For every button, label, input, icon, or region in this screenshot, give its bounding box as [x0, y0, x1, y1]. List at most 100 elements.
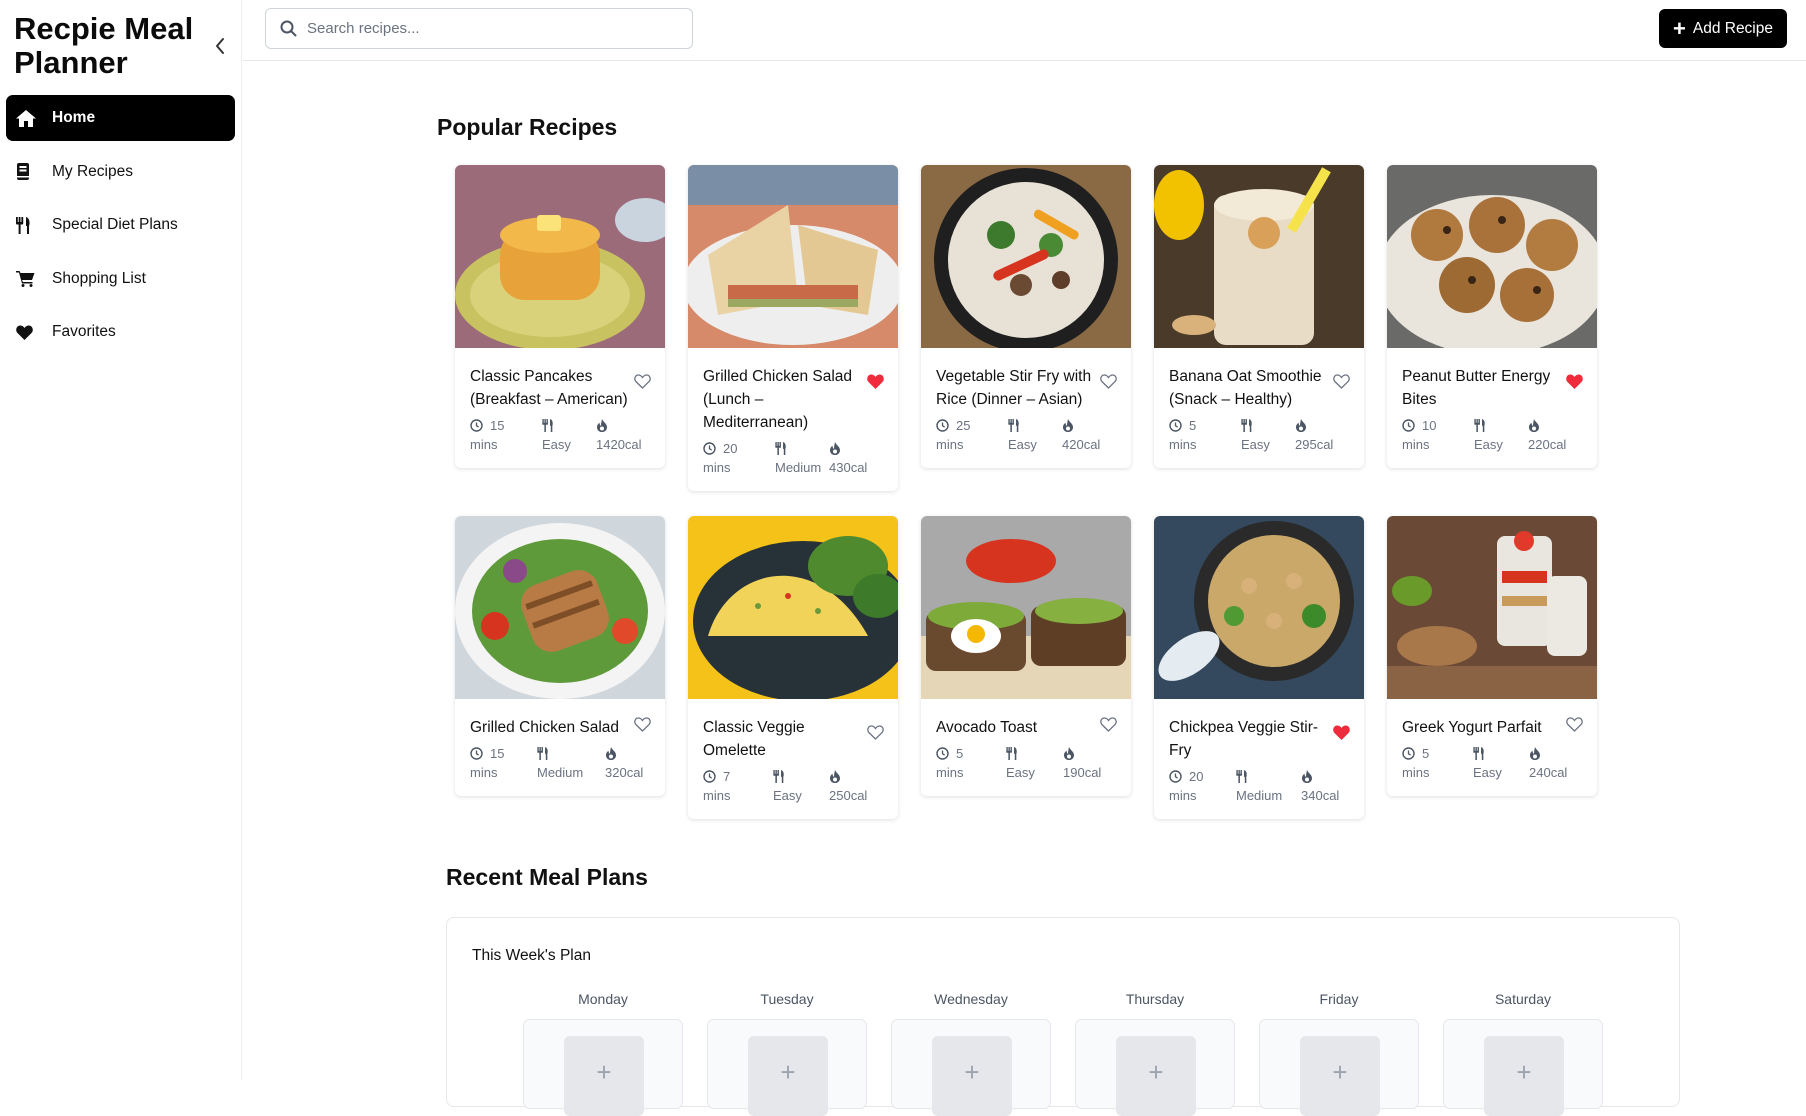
meal-plan-card: This Week's Plan Monday Tuesday Wednesda… [446, 917, 1680, 1116]
add-meal-button[interactable]: + [1484, 1036, 1564, 1116]
difficulty-value: Easy [542, 437, 571, 452]
card-body: Classic Pancakes (Breakfast – American) … [455, 348, 665, 468]
chevron-left-icon [216, 38, 224, 54]
clock-icon [1402, 419, 1415, 432]
add-meal-button[interactable]: + [564, 1036, 644, 1116]
search-input[interactable] [307, 20, 667, 37]
time-meta: 5 mins [936, 744, 1006, 782]
add-meal-button[interactable]: + [1116, 1036, 1196, 1116]
time-meta: 5 mins [1169, 416, 1241, 454]
utensils-icon [16, 216, 40, 234]
day-slot-wednesday: + [891, 1019, 1051, 1116]
favorite-outline-icon[interactable] [634, 374, 651, 394]
sidebar-item-special-diet-plans[interactable]: Special Diet Plans [6, 202, 235, 248]
app-title: Recpie Meal Planner [14, 11, 194, 80]
sidebar-item-my-recipes[interactable]: My Recipes [6, 149, 235, 195]
difficulty-value: Medium [775, 460, 822, 475]
utensils-icon [537, 747, 548, 760]
time-meta: 5 mins [1402, 744, 1473, 782]
clock-icon [1402, 747, 1415, 760]
book-icon [16, 163, 40, 181]
calories-value: 250cal [829, 788, 868, 803]
favorite-filled-icon[interactable] [867, 374, 884, 394]
utensils-icon [775, 442, 786, 455]
time-meta: 20 mins [1169, 767, 1236, 805]
recipe-name: Classic Pancakes (Breakfast – American) [470, 368, 628, 408]
add-meal-button[interactable]: + [748, 1036, 828, 1116]
utensils-icon [1006, 747, 1017, 760]
heart-icon [16, 323, 40, 341]
recipe-name: Avocado Toast [936, 719, 1038, 736]
calories-value: 340cal [1301, 788, 1340, 803]
difficulty-meta: Easy [1241, 416, 1295, 454]
card-body: Classic Veggie Omelette 7 mins Easy 250c… [688, 699, 898, 819]
sidebar-item-shopping-list[interactable]: Shopping List [6, 256, 235, 302]
favorite-outline-icon[interactable] [1100, 374, 1117, 394]
favorite-outline-icon[interactable] [1100, 717, 1117, 737]
energy-bites-image [1387, 165, 1597, 348]
flame-icon [1296, 419, 1306, 432]
calories-meta: 295cal [1295, 416, 1333, 454]
recipe-meta: 20 mins Medium 430cal [703, 439, 883, 477]
clock-icon [703, 442, 716, 455]
chicken-salad-image [455, 516, 665, 699]
favorite-outline-icon[interactable] [1566, 717, 1583, 737]
search-icon [280, 20, 297, 37]
recipe-card[interactable]: Chickpea Veggie Stir-Fry 20 mins Medium [1154, 516, 1364, 819]
recipe-card[interactable]: Grilled Chicken Salad 15 mins Medium 320… [455, 516, 665, 796]
card-body: Grilled Chicken Salad 15 mins Medium 320… [455, 699, 665, 796]
recipe-card[interactable]: Banana Oat Smoothie (Snack – Healthy) 5 … [1154, 165, 1364, 468]
chickpea-image [1154, 516, 1364, 699]
recipe-card[interactable]: Classic Veggie Omelette 7 mins Easy 250c… [688, 516, 898, 819]
search-box[interactable] [265, 8, 693, 49]
recent-meal-plans-title: Recent Meal Plans [446, 864, 648, 890]
sidebar: Recpie Meal Planner Home My Recipes Spec… [0, 0, 242, 1080]
utensils-icon [773, 770, 784, 783]
add-meal-button[interactable]: + [932, 1036, 1012, 1116]
favorite-outline-icon[interactable] [867, 725, 884, 745]
favorite-outline-icon[interactable] [1333, 374, 1350, 394]
calories-value: 220cal [1528, 437, 1567, 452]
time-value: 25 [956, 418, 971, 433]
recipe-row: Classic Pancakes (Breakfast – American) … [455, 165, 1597, 516]
flame-icon [1063, 419, 1073, 432]
flame-icon [830, 770, 840, 783]
day-slot-saturday: + [1443, 1019, 1603, 1116]
add-recipe-label: Add Recipe [1692, 19, 1773, 37]
time-unit: mins [1169, 437, 1197, 452]
calories-meta: 250cal [829, 767, 867, 805]
avocado-toast-image [921, 516, 1131, 699]
time-meta: 20 mins [703, 439, 775, 477]
calories-meta: 420cal [1062, 416, 1100, 454]
difficulty-meta: Medium [1236, 767, 1301, 805]
time-meta: 15 mins [470, 416, 542, 454]
sandwich-image [688, 165, 898, 348]
sidebar-item-home[interactable]: Home [6, 95, 235, 141]
recipe-card[interactable]: Vegetable Stir Fry with Rice (Dinner – A… [921, 165, 1131, 468]
recipe-meta: 15 mins Medium 320cal [470, 744, 650, 782]
time-value: 15 [490, 418, 505, 433]
add-meal-button[interactable]: + [1300, 1036, 1380, 1116]
difficulty-value: Easy [773, 788, 802, 803]
utensils-icon [1241, 419, 1252, 432]
difficulty-value: Medium [537, 765, 584, 780]
sidebar-item-favorites[interactable]: Favorites [6, 309, 235, 355]
omelette-image [688, 516, 898, 699]
flame-icon [1302, 770, 1312, 783]
favorite-outline-icon[interactable] [634, 717, 651, 737]
add-recipe-button[interactable]: + Add Recipe [1659, 9, 1787, 48]
recipe-name: Grilled Chicken Salad (Lunch – Mediterra… [703, 368, 853, 431]
day-slot-tuesday: + [707, 1019, 867, 1116]
recipe-card[interactable]: Peanut Butter Energy Bites 10 mins Easy [1387, 165, 1597, 468]
time-value: 20 [1189, 769, 1204, 784]
favorite-filled-icon[interactable] [1333, 725, 1350, 745]
recipe-name: Greek Yogurt Parfait [1402, 719, 1542, 736]
recipe-card[interactable]: Classic Pancakes (Breakfast – American) … [455, 165, 665, 468]
time-value: 5 [1422, 746, 1430, 761]
recipe-card[interactable]: Avocado Toast 5 mins Easy 190cal [921, 516, 1131, 796]
recipe-meta: 15 mins Easy 1420cal [470, 416, 650, 454]
favorite-filled-icon[interactable] [1566, 374, 1583, 394]
recipe-card[interactable]: Greek Yogurt Parfait 5 mins Easy 240cal [1387, 516, 1597, 796]
recipe-card[interactable]: Grilled Chicken Salad (Lunch – Mediterra… [688, 165, 898, 491]
collapse-sidebar-button[interactable] [208, 34, 232, 58]
